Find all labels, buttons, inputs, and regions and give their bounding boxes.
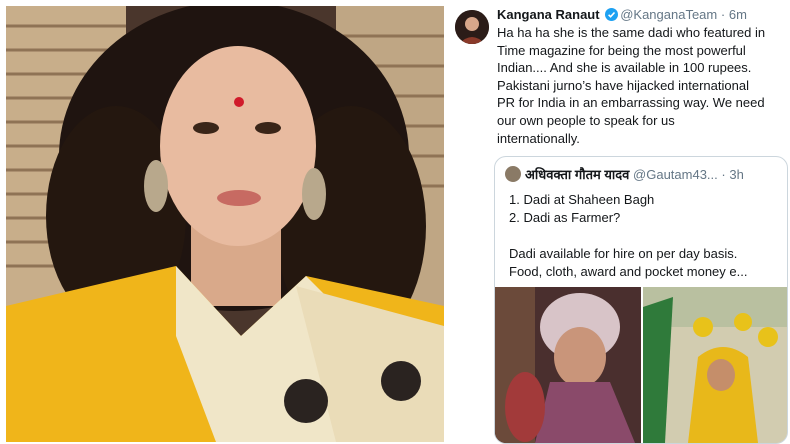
verified-badge-icon <box>605 8 619 21</box>
tweet-separator: · <box>720 7 726 22</box>
tweet-card[interactable]: Kangana Ranaut @KanganaTeam · 6m Ha ha h… <box>449 0 790 444</box>
quoted-separator: · <box>721 167 726 182</box>
quoted-line-1: 1. Dadi at Shaheen Bagh <box>509 192 655 207</box>
quoted-time[interactable]: 3h <box>729 167 743 182</box>
quoted-author-name[interactable]: अधिवक्ता गौतम यादव <box>525 167 629 182</box>
tweet-text: Ha ha ha she is the same dadi who featur… <box>497 25 766 146</box>
quoted-tweet-text: 1. Dadi at Shaheen Bagh 2. Dadi as Farme… <box>509 191 781 281</box>
quoted-tweet-header: अधिवक्ता गौतम यादव @Gautam43... · 3h <box>525 165 781 183</box>
portrait-photo <box>6 6 444 442</box>
media-image-1[interactable] <box>495 287 641 443</box>
quoted-line-4: Food, cloth, award and pocket money e... <box>509 264 748 279</box>
tweet-header: Kangana Ranaut @KanganaTeam · 6m <box>497 7 790 22</box>
quoted-handle[interactable]: @Gautam43... <box>633 167 718 182</box>
tweet-author-name[interactable]: Kangana Ranaut <box>497 7 600 22</box>
quoted-line-2: 2. Dadi as Farmer? <box>509 210 621 225</box>
tweet-time[interactable]: 6m <box>729 7 747 22</box>
screenshot-composite: Kangana Ranaut @KanganaTeam · 6m Ha ha h… <box>0 0 790 444</box>
avatar[interactable] <box>455 10 489 44</box>
quoted-media[interactable] <box>495 287 787 443</box>
quoted-line-3: Dadi available for hire on per day basis… <box>509 246 738 261</box>
media-image-2[interactable] <box>643 287 787 443</box>
tweet-handle[interactable]: @KanganaTeam <box>620 7 717 22</box>
quoted-tweet[interactable]: अधिवक्ता गौतम यादव @Gautam43... · 3h 1. … <box>494 156 788 444</box>
quoted-avatar[interactable] <box>505 166 521 182</box>
